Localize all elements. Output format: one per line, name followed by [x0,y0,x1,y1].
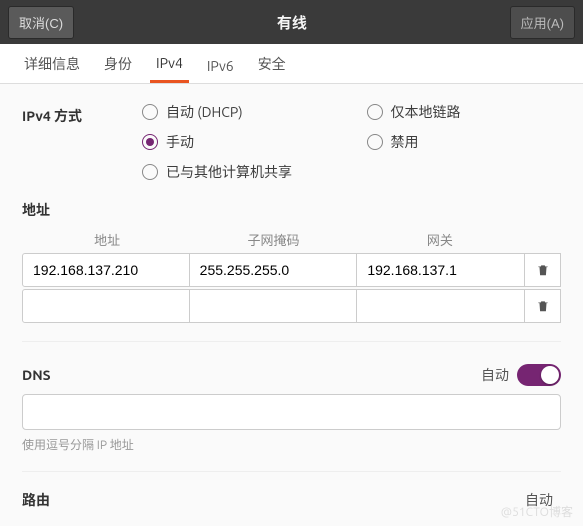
ipv4-method-label: IPv4 方式 [22,102,142,182]
radio-icon [367,134,383,150]
radio-shared[interactable]: 已与其他计算机共享 [142,162,561,182]
tab-details[interactable]: 详细信息 [18,44,86,83]
dns-auto-label: 自动 [481,365,509,385]
titlebar: 取消(C) 有线 应用(A) [0,0,583,44]
toggle-knob [541,366,559,384]
netmask-input[interactable] [190,253,358,287]
radio-icon [142,104,158,120]
radio-icon [367,104,383,120]
addresses-title: 地址 [22,200,561,220]
gateway-input[interactable] [357,289,525,323]
dns-auto-toggle[interactable] [517,364,561,386]
tab-identity[interactable]: 身份 [98,44,138,83]
col-netmask: 子网掩码 [190,230,356,249]
address-row [22,253,561,287]
separator [22,471,561,472]
radio-disabled[interactable]: 禁用 [367,132,562,152]
dns-header-row: DNS 自动 [22,364,561,386]
radio-label: 自动 (DHCP) [166,102,243,122]
radio-icon [142,164,158,180]
radio-label: 已与其他计算机共享 [166,162,292,182]
tab-ipv4[interactable]: IPv4 [150,45,189,83]
dns-hint: 使用逗号分隔 IP 地址 [22,436,561,453]
tab-security[interactable]: 安全 [252,44,292,83]
address-input[interactable] [22,253,190,287]
addresses-header: 地址 子网掩码 网关 [22,230,561,249]
ipv4-method-group: 自动 (DHCP) 仅本地链路 手动 禁用 已与其他计算机共享 [142,102,561,182]
content-area: IPv4 方式 自动 (DHCP) 仅本地链路 手动 禁用 已与其他计算机共享 [0,84,583,526]
radio-label: 手动 [166,132,194,152]
delete-row-button[interactable] [525,253,561,287]
address-row [22,289,561,323]
tabs: 详细信息 身份 IPv4 IPv6 安全 [0,44,583,84]
watermark: @51CTO博客 [501,503,573,520]
radio-link-local[interactable]: 仅本地链路 [367,102,562,122]
trash-icon [536,299,550,313]
apply-button[interactable]: 应用(A) [510,6,575,39]
tab-ipv6[interactable]: IPv6 [201,48,240,83]
radio-icon [142,134,158,150]
address-input[interactable] [22,289,190,323]
radio-dhcp[interactable]: 自动 (DHCP) [142,102,337,122]
dns-input[interactable] [22,394,561,430]
window-title: 有线 [277,12,307,33]
radio-label: 禁用 [391,132,419,152]
radio-manual[interactable]: 手动 [142,132,337,152]
route-title: 路由 [22,490,50,510]
delete-row-button[interactable] [525,289,561,323]
separator [22,341,561,342]
gateway-input[interactable] [357,253,525,287]
col-gateway: 网关 [357,230,523,249]
netmask-input[interactable] [190,289,358,323]
dns-title: DNS [22,367,51,383]
trash-icon [536,263,550,277]
route-header-row: 路由 自动 [22,490,561,510]
radio-label: 仅本地链路 [391,102,461,122]
col-address: 地址 [24,230,190,249]
cancel-button[interactable]: 取消(C) [8,6,74,39]
